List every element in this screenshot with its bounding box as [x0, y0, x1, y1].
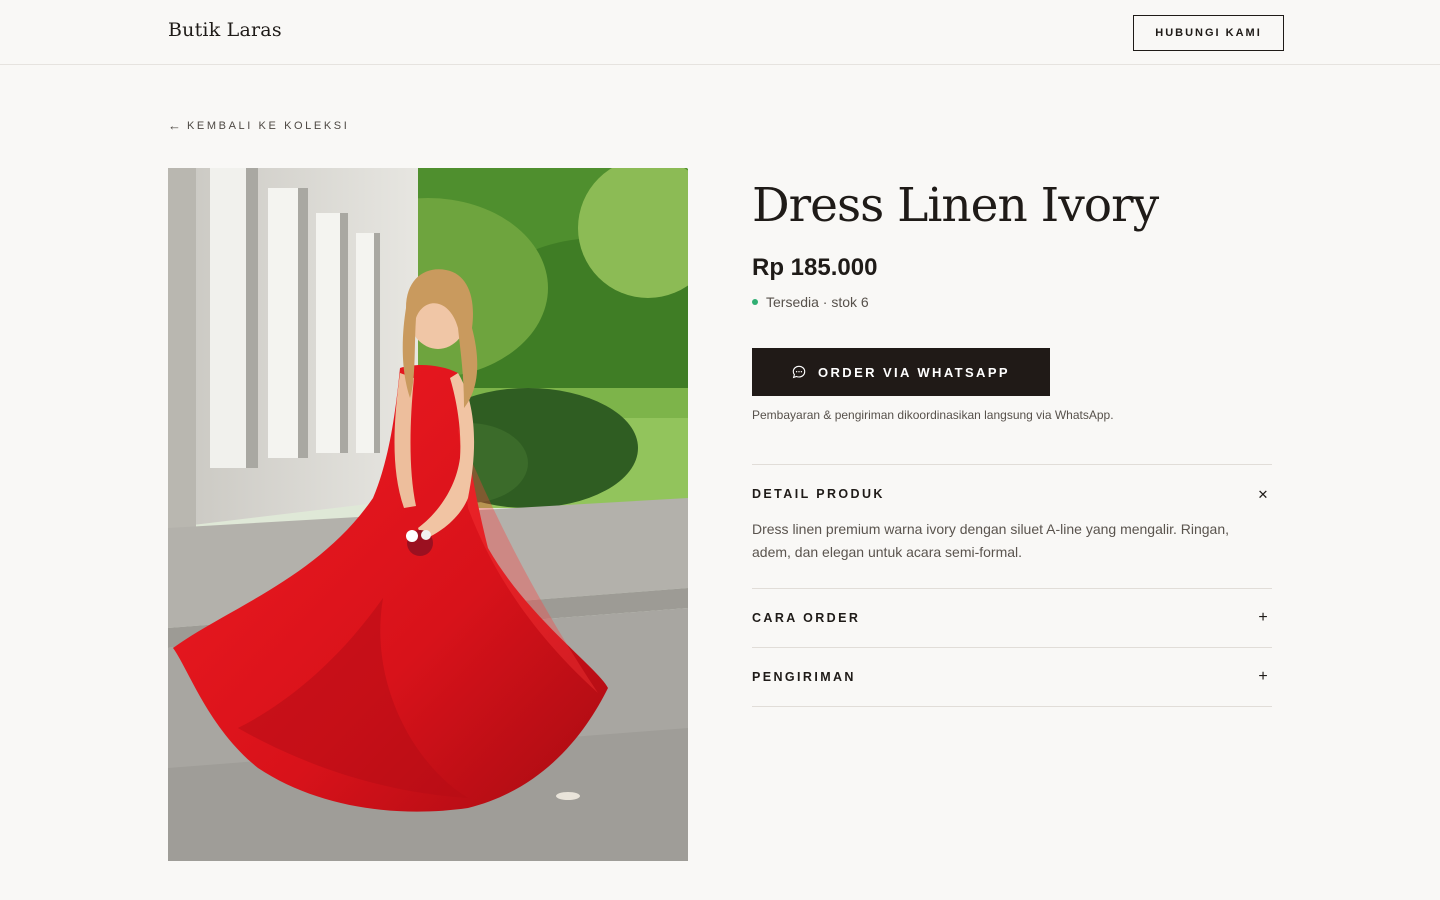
- stock-status-text: Tersedia · stok 6: [766, 294, 869, 310]
- accordion-header-pengiriman[interactable]: PENGIRIMAN +: [752, 648, 1272, 706]
- contact-us-button[interactable]: HUBUNGI KAMI: [1133, 15, 1284, 51]
- product-photo: [168, 168, 688, 861]
- accordion-header-cara-order[interactable]: CARA ORDER +: [752, 589, 1272, 647]
- back-link-label: KEMBALI KE KOLEKSI: [187, 119, 350, 132]
- stock-status: Tersedia · stok 6: [752, 294, 869, 310]
- order-button-label: ORDER VIA WHATSAPP: [818, 364, 1010, 380]
- arrow-left-icon: ←: [168, 118, 181, 133]
- back-to-collection-link[interactable]: ← KEMBALI KE KOLEKSI: [168, 118, 349, 133]
- accordion-header-detail-produk[interactable]: DETAIL PRODUK ✕: [752, 465, 1272, 523]
- accordion-title: CARA ORDER: [752, 611, 861, 625]
- accordion-item-cara-order: CARA ORDER +: [752, 588, 1272, 647]
- brand-logo[interactable]: Butik Laras: [168, 19, 282, 41]
- top-bar: Butik Laras HUBUNGI KAMI: [0, 0, 1440, 65]
- accordion-item-detail-produk: DETAIL PRODUK ✕ Dress linen premium warn…: [752, 464, 1272, 588]
- close-icon[interactable]: ✕: [1255, 488, 1271, 501]
- product-title: Dress Linen Ivory: [752, 178, 1159, 233]
- product-accordion: DETAIL PRODUK ✕ Dress linen premium warn…: [752, 464, 1272, 707]
- payment-note: Pembayaran & pengiriman dikoordinasikan …: [752, 408, 1114, 422]
- accordion-item-pengiriman: PENGIRIMAN +: [752, 647, 1272, 707]
- accordion-title: DETAIL PRODUK: [752, 487, 885, 501]
- order-via-whatsapp-button[interactable]: ORDER VIA WHATSAPP: [752, 348, 1050, 396]
- chat-bubble-icon: [792, 365, 806, 379]
- status-dot-icon: [752, 299, 758, 305]
- accordion-body-detail-produk: Dress linen premium warna ivory dengan s…: [752, 521, 1230, 560]
- accordion-title: PENGIRIMAN: [752, 670, 856, 684]
- plus-icon[interactable]: +: [1255, 669, 1271, 685]
- plus-icon[interactable]: +: [1255, 610, 1271, 626]
- product-price: Rp 185.000: [752, 254, 878, 281]
